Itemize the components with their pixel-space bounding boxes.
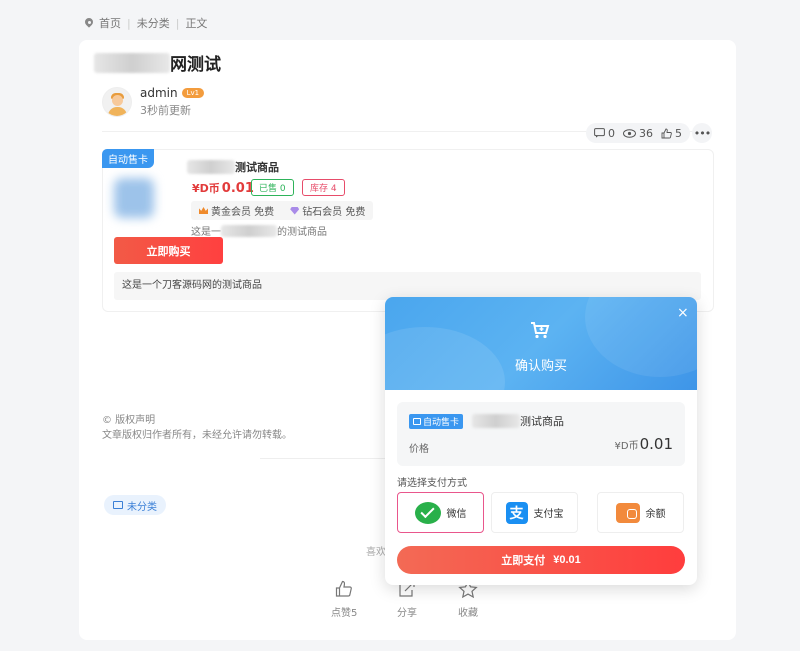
more-options-button[interactable]: ••• bbox=[692, 123, 712, 143]
comment-count[interactable]: 0 bbox=[594, 127, 615, 140]
redacted-text bbox=[221, 224, 277, 237]
pay-option-balance[interactable]: 余额 bbox=[597, 492, 684, 533]
stock-badge: 库存 4 bbox=[302, 179, 345, 196]
avatar[interactable] bbox=[102, 87, 132, 117]
copyright-title: © 版权声明 bbox=[102, 415, 156, 426]
pay-now-button[interactable]: 立即支付 ¥0.01 bbox=[397, 546, 685, 574]
sold-badge: 已售 0 bbox=[251, 179, 294, 196]
vip-pricing: 黄金会员 免费 钻石会员 免费 bbox=[191, 201, 374, 220]
post-stats: 0 36 5 bbox=[586, 123, 690, 143]
like-action[interactable]: 点赞5 bbox=[331, 580, 357, 619]
breadcrumb-separator: | bbox=[127, 16, 131, 30]
like-count[interactable]: 5 bbox=[661, 127, 682, 140]
thumbs-up-icon bbox=[336, 580, 353, 597]
location-pin-icon bbox=[85, 18, 93, 28]
comment-icon bbox=[594, 128, 605, 138]
product-image bbox=[114, 178, 154, 218]
view-count: 36 bbox=[623, 127, 653, 140]
update-time: 3秒前更新 bbox=[140, 104, 191, 117]
breadcrumb-category[interactable]: 未分类 bbox=[137, 15, 170, 31]
wechat-icon bbox=[414, 501, 441, 524]
redacted-text bbox=[94, 52, 170, 73]
author-level-badge: Lv1 bbox=[181, 88, 205, 98]
favorite-action[interactable]: 收藏 bbox=[458, 580, 478, 619]
diamond-icon bbox=[290, 206, 300, 215]
cart-icon bbox=[531, 322, 550, 339]
folder-icon bbox=[113, 501, 123, 509]
wallet-icon bbox=[615, 502, 640, 523]
buy-now-button[interactable]: 立即购买 bbox=[114, 237, 223, 264]
modal-title: 确认购买 bbox=[514, 359, 567, 374]
share-action[interactable]: 分享 bbox=[397, 580, 417, 619]
vip-diamond: 钻石会员 免费 bbox=[282, 201, 373, 220]
product-detail: 这是一个刀客源码网的测试商品 bbox=[114, 272, 701, 300]
hint-text: 喜欢 bbox=[366, 547, 386, 558]
author-info: admin Lv1 3秒前更新 bbox=[102, 86, 205, 118]
copyright-notice: © 版权声明 文章版权归作者所有，未经允许请勿转载。 bbox=[102, 413, 292, 443]
close-icon[interactable]: × bbox=[677, 305, 689, 321]
auto-sell-tag: 自动售卡 bbox=[409, 414, 464, 429]
price-label: 价格 bbox=[409, 444, 429, 455]
breadcrumb: 首页 | 未分类 | 正文 bbox=[85, 15, 207, 31]
page-title: 网测试 bbox=[94, 50, 221, 75]
modal-header: × 确认购买 bbox=[385, 297, 697, 390]
product-description: 这是一 的测试商品 bbox=[191, 223, 327, 238]
pay-option-alipay[interactable]: 支 支付宝 bbox=[491, 492, 578, 533]
order-product-name: 测试商品 bbox=[472, 413, 564, 429]
redacted-text bbox=[472, 414, 520, 428]
product-price: ¥D币 0.01 bbox=[192, 181, 254, 196]
category-tag[interactable]: 未分类 bbox=[104, 495, 166, 515]
pay-option-wechat[interactable]: 微信 bbox=[397, 492, 484, 533]
alipay-icon: 支 bbox=[505, 501, 528, 524]
thumbs-up-icon bbox=[661, 128, 672, 138]
payment-method-label: 请选择支付方式 bbox=[397, 478, 467, 489]
breadcrumb-separator: | bbox=[175, 16, 180, 30]
eye-icon bbox=[623, 128, 636, 138]
vip-gold: 黄金会员 免费 bbox=[191, 201, 282, 220]
author-name[interactable]: admin bbox=[140, 86, 178, 100]
redacted-text bbox=[187, 160, 235, 174]
card-icon bbox=[413, 418, 421, 425]
page-title-text: 网测试 bbox=[170, 55, 221, 75]
breadcrumb-current: 正文 bbox=[185, 17, 208, 30]
divider bbox=[260, 458, 390, 459]
crown-icon bbox=[199, 207, 208, 214]
purchase-modal: × 确认购买 自动售卡 测试商品 价格 ¥D币 0.01 请选择支付方式 微信 支… bbox=[385, 297, 697, 585]
auto-sell-tag: 自动售卡 bbox=[102, 149, 154, 168]
breadcrumb-home[interactable]: 首页 bbox=[99, 15, 121, 31]
order-price: ¥D币 0.01 bbox=[614, 435, 673, 453]
order-summary: 自动售卡 测试商品 价格 ¥D币 0.01 bbox=[397, 402, 685, 466]
copyright-text: 文章版权归作者所有，未经允许请勿转载。 bbox=[102, 430, 292, 441]
product-name: 测试商品 bbox=[187, 159, 279, 175]
